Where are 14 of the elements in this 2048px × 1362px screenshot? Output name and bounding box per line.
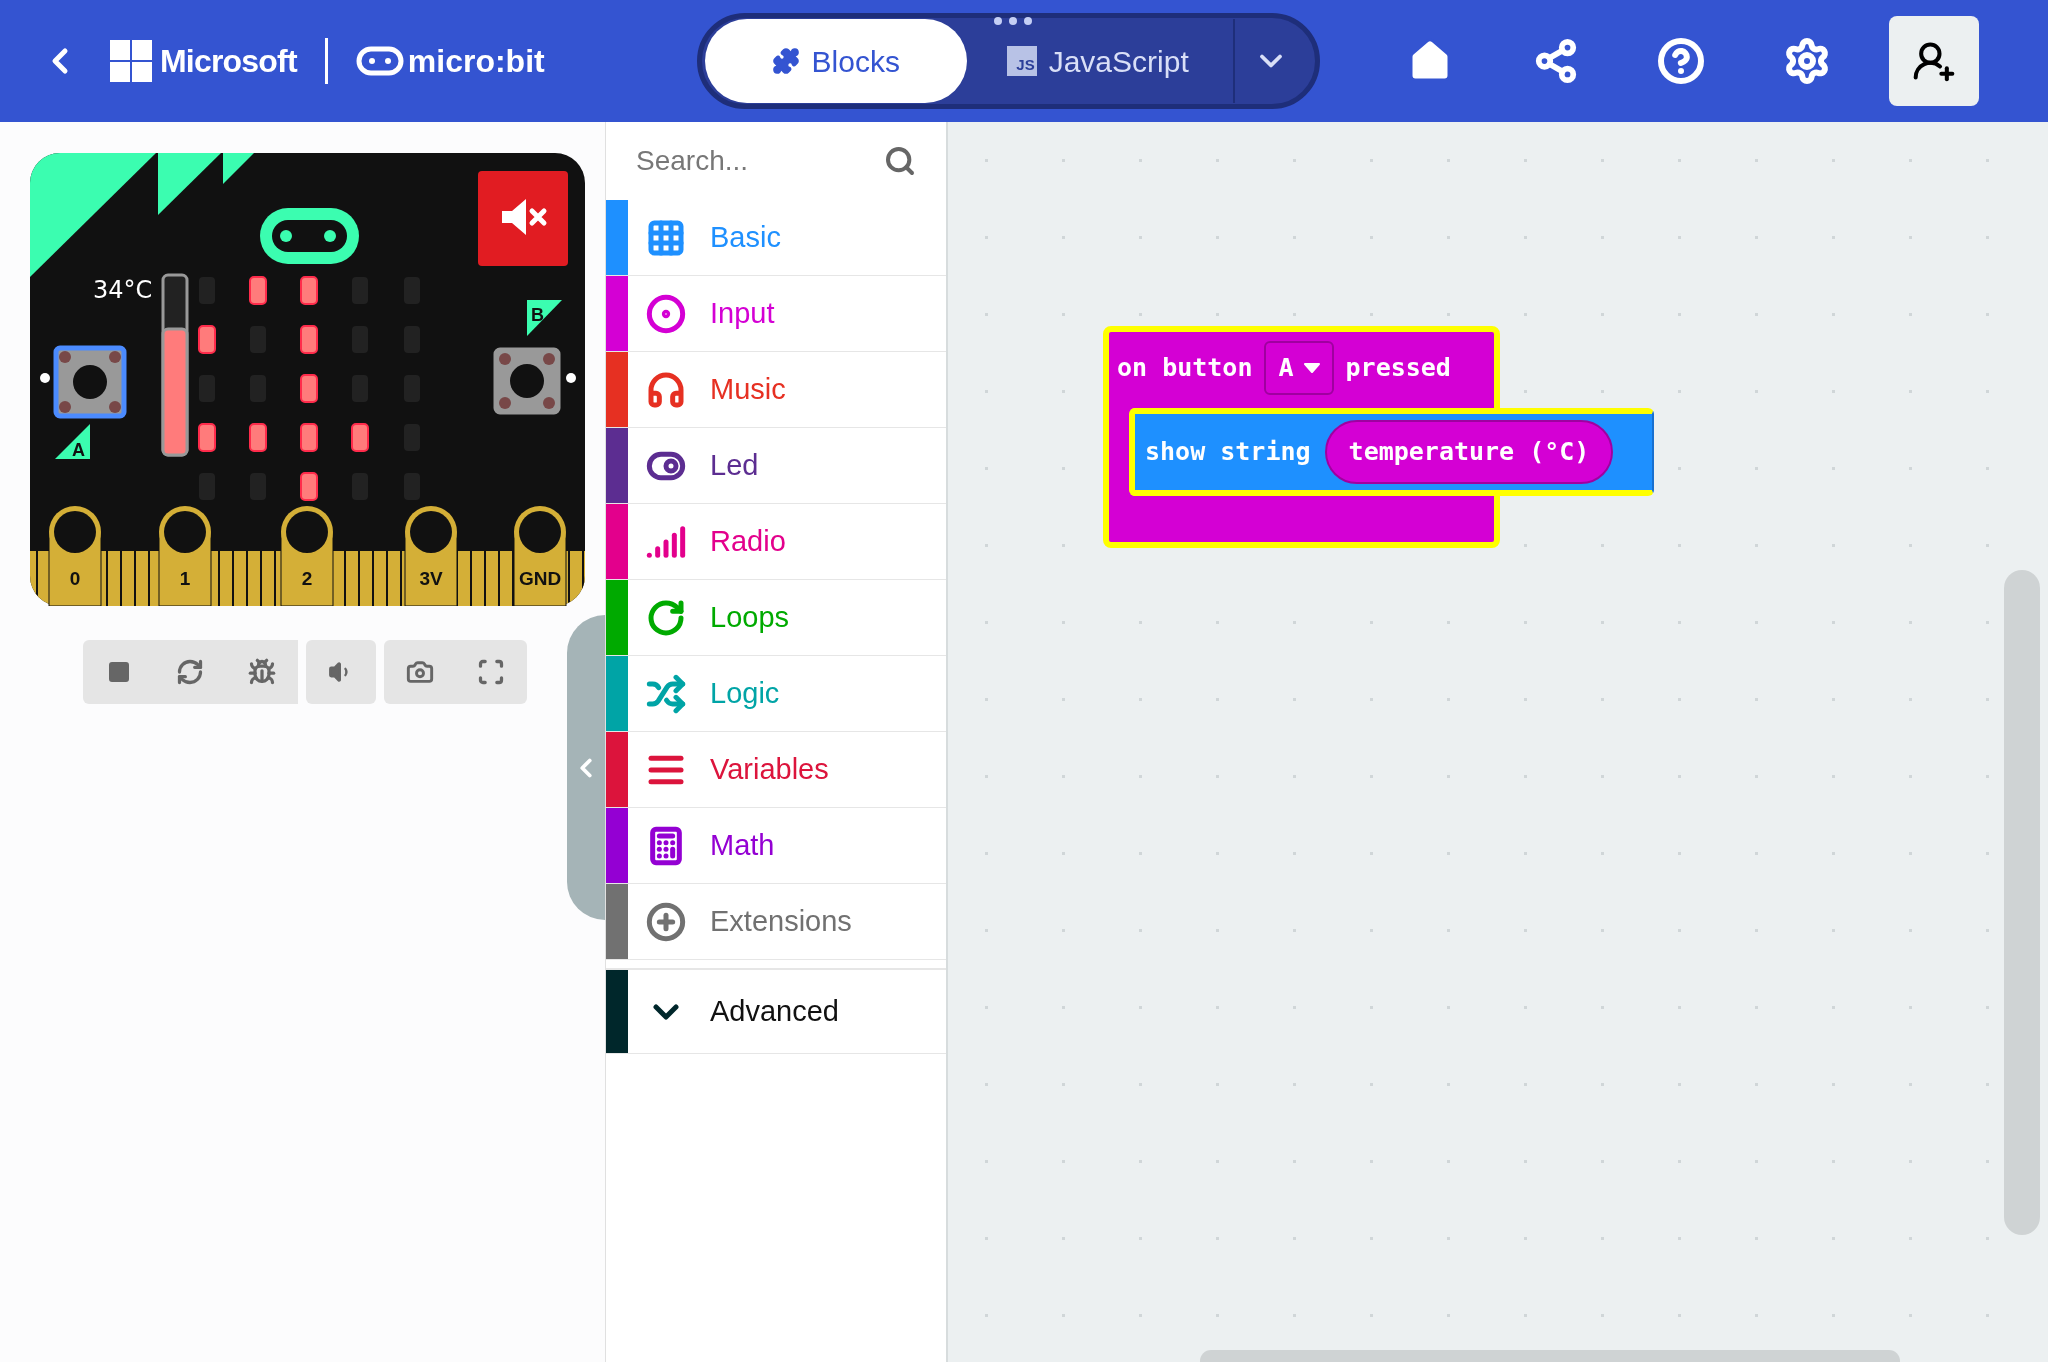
product-name: micro:bit [407, 42, 545, 81]
temperature-reading: 34°C [93, 276, 153, 304]
pin-label: 0 [69, 568, 81, 589]
block-label: show string [1145, 436, 1311, 469]
pin-label: 1 [179, 568, 191, 589]
brand-name: Microsoft [160, 42, 297, 81]
pin-label: 3V [419, 568, 443, 589]
button-label: A [72, 440, 85, 460]
pin-label: GND [518, 568, 562, 589]
button-label: B [531, 305, 544, 325]
block-label: on button [1117, 352, 1253, 385]
pin-label: 2 [301, 568, 313, 589]
js-file-icon: JS [1006, 46, 1037, 76]
block-label: pressed [1345, 352, 1451, 385]
